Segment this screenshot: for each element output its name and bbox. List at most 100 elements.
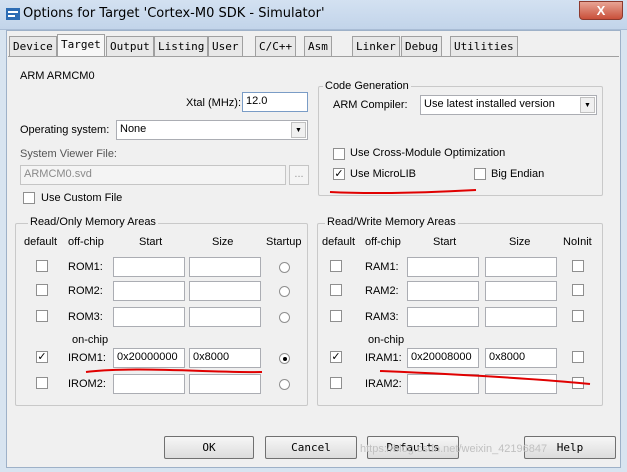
rw-header-offchip: off-chip	[365, 236, 401, 248]
rom-size-input[interactable]: 0x8000	[189, 348, 261, 368]
ro-header-start: Start	[139, 236, 163, 248]
rom-startup-radio[interactable]	[279, 379, 290, 390]
ram-default-checkbox[interactable]	[330, 260, 342, 272]
ram-default-checkbox[interactable]	[330, 310, 342, 322]
custom-file-label: Use Custom File	[41, 192, 123, 204]
rom-startup-radio[interactable]	[279, 286, 290, 297]
ram-row-label: IRAM2:	[365, 378, 402, 390]
tab-linker[interactable]: Linker	[352, 36, 400, 56]
ram-row-label: IRAM1:	[365, 352, 402, 364]
big-endian-label: Big Endian	[491, 168, 545, 180]
tab-output[interactable]: Output	[106, 36, 154, 56]
ram-default-checkbox[interactable]: ✓	[330, 351, 342, 363]
ram-size-input[interactable]	[485, 257, 557, 277]
ram-start-input[interactable]	[407, 257, 479, 277]
ram-size-input[interactable]	[485, 307, 557, 327]
ram-start-input[interactable]: 0x20008000	[407, 348, 479, 368]
tab-asm[interactable]: Asm	[304, 36, 332, 56]
xtal-input[interactable]: 12.0	[242, 92, 308, 112]
ro-onchip-label: on-chip	[72, 334, 109, 346]
compiler-label: ARM Compiler:	[333, 99, 408, 111]
ram-default-checkbox[interactable]	[330, 284, 342, 296]
cancel-button[interactable]: Cancel	[265, 436, 357, 459]
rw-header-start: Start	[433, 236, 457, 248]
rom-default-checkbox[interactable]	[36, 377, 48, 389]
svf-input[interactable]: ARMCM0.svd	[20, 165, 286, 185]
ram-size-input[interactable]	[485, 374, 557, 394]
ro-header-size: Size	[212, 236, 234, 248]
ram-noinit-checkbox[interactable]	[572, 351, 584, 363]
ram-start-input[interactable]	[407, 374, 479, 394]
ok-button[interactable]: OK	[164, 436, 254, 459]
tab-debug[interactable]: Debug	[401, 36, 443, 56]
ram-size-input[interactable]: 0x8000	[485, 348, 557, 368]
browse-button[interactable]: ...	[289, 165, 309, 185]
tab-user[interactable]: User	[208, 36, 243, 56]
tab-listing[interactable]: Listing	[154, 36, 209, 56]
tab-target[interactable]: Target	[57, 34, 105, 57]
ram-row-label: RAM1:	[365, 261, 399, 273]
ram-start-input[interactable]	[407, 281, 479, 301]
rw-header-size: Size	[509, 236, 531, 248]
cross-module-checkbox[interactable]	[333, 148, 345, 160]
rw-memory-title: Read/Write Memory Areas	[325, 216, 458, 228]
ram-noinit-checkbox[interactable]	[572, 377, 584, 389]
xtal-label: Xtal (MHz):	[186, 97, 241, 109]
rw-header-default: default	[322, 236, 356, 248]
compiler-select[interactable]: Use latest installed version ▼	[420, 95, 597, 115]
compiler-select-value: Use latest installed version	[424, 98, 555, 110]
code-generation-title: Code Generation	[323, 80, 411, 92]
ram-noinit-checkbox[interactable]	[572, 284, 584, 296]
ram-row-label: RAM2:	[365, 285, 399, 297]
tab-utilities[interactable]: Utilities	[450, 36, 518, 56]
rw-header-noinit: NoInit	[563, 236, 592, 248]
tab-c-cpp[interactable]: C/C++	[255, 36, 297, 56]
svf-label: System Viewer File:	[20, 148, 117, 160]
rom-row-label: ROM2:	[68, 285, 103, 297]
ro-header-offchip: off-chip	[68, 236, 104, 248]
rom-startup-radio[interactable]	[279, 262, 290, 273]
close-button[interactable]: X	[579, 1, 623, 20]
rom-row-label: ROM1:	[68, 261, 103, 273]
ram-start-input[interactable]	[407, 307, 479, 327]
title-bar: Options for Target 'Cortex-M0 SDK - Simu…	[0, 0, 627, 30]
ram-default-checkbox[interactable]	[330, 377, 342, 389]
rom-size-input[interactable]	[189, 307, 261, 327]
chevron-down-icon: ▼	[291, 122, 306, 138]
ram-row-label: RAM3:	[365, 311, 399, 323]
rom-start-input[interactable]	[113, 307, 185, 327]
rom-default-checkbox[interactable]	[36, 310, 48, 322]
cross-module-label: Use Cross-Module Optimization	[350, 147, 506, 159]
rom-row-label: IROM2:	[68, 378, 106, 390]
window-title: Options for Target 'Cortex-M0 SDK - Simu…	[23, 6, 325, 21]
os-select[interactable]: None ▼	[116, 120, 308, 140]
os-label: Operating system:	[20, 124, 110, 136]
rom-default-checkbox[interactable]: ✓	[36, 351, 48, 363]
ram-noinit-checkbox[interactable]	[572, 260, 584, 272]
os-select-value: None	[120, 123, 147, 135]
rom-start-input[interactable]	[113, 257, 185, 277]
rom-startup-radio[interactable]	[279, 312, 290, 323]
custom-file-checkbox[interactable]	[23, 192, 35, 204]
rom-default-checkbox[interactable]	[36, 260, 48, 272]
rom-start-input[interactable]	[113, 374, 185, 394]
rom-size-input[interactable]	[189, 257, 261, 277]
big-endian-checkbox[interactable]	[474, 168, 486, 180]
tab-device[interactable]: Device	[9, 36, 57, 56]
rom-row-label: IROM1:	[68, 352, 106, 364]
ram-size-input[interactable]	[485, 281, 557, 301]
rom-startup-radio[interactable]	[279, 353, 290, 364]
rom-default-checkbox[interactable]	[36, 284, 48, 296]
rom-start-input[interactable]: 0x20000000	[113, 348, 185, 368]
ro-header-startup: Startup	[266, 236, 302, 248]
ro-header-default: default	[24, 236, 58, 248]
rom-row-label: ROM3:	[68, 311, 103, 323]
rom-size-input[interactable]	[189, 281, 261, 301]
microlib-checkbox[interactable]: ✓	[333, 168, 345, 180]
ram-noinit-checkbox[interactable]	[572, 310, 584, 322]
rom-size-input[interactable]	[189, 374, 261, 394]
rom-start-input[interactable]	[113, 281, 185, 301]
chevron-down-icon: ▼	[580, 97, 595, 113]
tab-panel-border	[8, 56, 619, 57]
app-icon	[6, 8, 20, 20]
